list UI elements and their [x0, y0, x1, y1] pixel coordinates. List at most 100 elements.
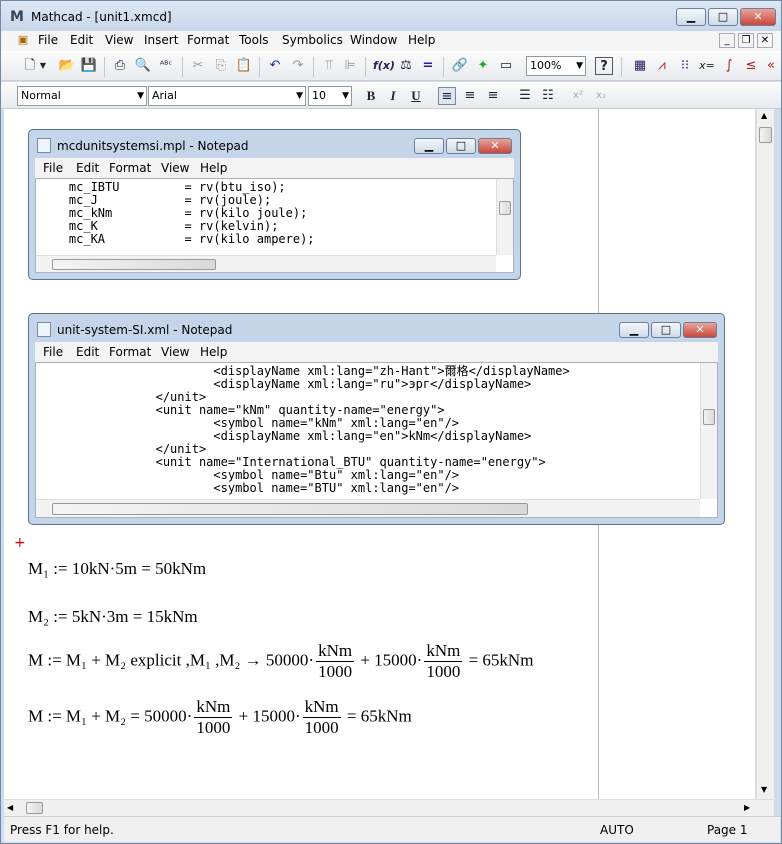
save-icon[interactable]: 💾: [80, 57, 98, 75]
print-icon[interactable]: ⎙: [111, 57, 129, 75]
menu-window[interactable]: Window: [350, 33, 397, 47]
calculate-icon[interactable]: =: [419, 57, 437, 75]
spell-check-icon[interactable]: ᴬᴮᶜ: [157, 57, 175, 75]
notepad-2-menu-help[interactable]: Help: [200, 345, 227, 359]
notepad-2-text-area[interactable]: <displayName xml:lang="zh-Hant">爾格</disp…: [35, 362, 718, 518]
notepad-2-horizontal-scrollbar[interactable]: [36, 499, 700, 517]
paste-icon[interactable]: 📋: [235, 57, 253, 75]
style-select[interactable]: Normal ▼: [17, 86, 147, 106]
print-preview-icon[interactable]: 🔍: [134, 57, 152, 75]
align-center-text-icon[interactable]: ≡: [461, 87, 479, 105]
equation-m-numeric[interactable]: M := M₁ + M₂ = 50000· kNm 1000 + 15000· kNm…: [28, 697, 412, 738]
insert-function-icon[interactable]: f(x): [373, 57, 395, 75]
maximize-button[interactable]: □: [708, 8, 738, 26]
font-size-select[interactable]: 10 ▼: [308, 86, 352, 106]
equation-m1[interactable]: M₁ := 10kN·5m = 50kNm: [28, 559, 206, 579]
notepad-1-menu-edit[interactable]: Edit: [76, 161, 99, 175]
matrix-toolbar-icon[interactable]: ⁝⁝: [676, 57, 694, 75]
graph-toolbar-icon[interactable]: ⩘: [653, 57, 671, 75]
worksheet-vertical-scrollbar[interactable]: ▲ ▼: [756, 109, 774, 799]
menu-edit[interactable]: Edit: [70, 33, 93, 47]
notepad-2-menu-edit[interactable]: Edit: [76, 345, 99, 359]
notepad-2-vertical-scrollbar[interactable]: [700, 363, 717, 499]
equation-m-explicit[interactable]: M := M₁ + M₂ explicit ,M₁ ,M₂ → 50000· kN…: [28, 641, 533, 682]
zoom-select[interactable]: 100% ▼: [526, 56, 586, 76]
insert-unit-icon[interactable]: ⚖: [397, 57, 415, 75]
scroll-up-icon[interactable]: ▲: [761, 111, 767, 120]
notepad-2-minimize-button[interactable]: ▁: [619, 322, 649, 338]
align-left-text-icon[interactable]: ≡: [438, 87, 456, 105]
notepad-1-maximize-button[interactable]: □: [446, 138, 476, 154]
notepad-2-close-button[interactable]: ✕: [683, 322, 717, 338]
scroll-down-icon[interactable]: ▼: [761, 785, 767, 794]
align-top-icon[interactable]: ⫪: [320, 57, 338, 75]
close-button[interactable]: ✕: [740, 8, 776, 26]
mathcad-window: M Mathcad - [unit1.xmcd] ▁ □ ✕ ▣ File Ed…: [0, 0, 782, 844]
boolean-toolbar-icon[interactable]: ≤: [742, 57, 760, 75]
component-wizard-icon[interactable]: ✦: [474, 57, 492, 75]
undo-icon[interactable]: ↶: [266, 57, 284, 75]
evaluation-toolbar-icon[interactable]: x=: [698, 57, 716, 75]
font-select[interactable]: Arial ▼: [148, 86, 306, 106]
document-icon[interactable]: ▣: [15, 32, 31, 48]
cut-icon[interactable]: ✂: [189, 57, 207, 75]
align-left-icon[interactable]: ⊫: [341, 57, 359, 75]
notepad-1-menu-file[interactable]: File: [43, 161, 63, 175]
worksheet[interactable]: mcdunitsystemsi.mpl - Notepad ▁ □ ✕ File…: [4, 109, 755, 799]
notepad-1-vertical-scrollbar[interactable]: [496, 179, 513, 255]
notepad-1-menu-view[interactable]: View: [161, 161, 189, 175]
notepad-2-maximize-button[interactable]: □: [651, 322, 681, 338]
mdi-close-button[interactable]: ✕: [757, 33, 773, 48]
menu-insert[interactable]: Insert: [144, 33, 178, 47]
calculus-toolbar-icon[interactable]: ∫: [720, 57, 738, 75]
subscript-icon[interactable]: x₂: [592, 87, 610, 105]
scroll-thumb[interactable]: [499, 201, 511, 215]
bold-icon[interactable]: B: [362, 87, 380, 105]
numerator: kNm: [302, 697, 341, 718]
insert-hyperlink-icon[interactable]: 🔗: [451, 57, 469, 75]
scroll-thumb[interactable]: [52, 259, 216, 270]
scroll-thumb[interactable]: [703, 409, 715, 425]
notepad-2-menu-file[interactable]: File: [43, 345, 63, 359]
help-icon[interactable]: ?: [595, 57, 613, 75]
run-program-icon[interactable]: ▭: [497, 57, 515, 75]
bullets-icon[interactable]: ☰: [516, 87, 534, 105]
window-title: Mathcad - [unit1.xmcd]: [31, 10, 172, 24]
notepad-2-menu-view[interactable]: View: [161, 345, 189, 359]
scroll-left-icon[interactable]: ◀: [7, 803, 13, 812]
notepad-1-menu-help[interactable]: Help: [200, 161, 227, 175]
menu-file[interactable]: File: [38, 33, 58, 47]
scroll-right-icon[interactable]: ▶: [744, 803, 750, 812]
menu-format[interactable]: Format: [187, 33, 229, 47]
italic-icon[interactable]: I: [384, 87, 402, 105]
notepad-1-minimize-button[interactable]: ▁: [414, 138, 444, 154]
menu-symbolics[interactable]: Symbolics: [282, 33, 343, 47]
notepad-1-menu-format[interactable]: Format: [109, 161, 151, 175]
align-right-text-icon[interactable]: ≡: [484, 87, 502, 105]
menu-help[interactable]: Help: [408, 33, 435, 47]
menu-tools[interactable]: Tools: [239, 33, 269, 47]
underline-icon[interactable]: U: [407, 87, 425, 105]
programming-toolbar-icon[interactable]: «: [762, 57, 780, 75]
notepad-1-horizontal-scrollbar[interactable]: [36, 255, 496, 272]
superscript-icon[interactable]: x²: [569, 87, 587, 105]
minimize-button[interactable]: ▁: [676, 8, 706, 26]
worksheet-horizontal-scrollbar[interactable]: ◀ ▶: [4, 799, 774, 816]
notepad-2-menu-format[interactable]: Format: [109, 345, 151, 359]
scroll-thumb[interactable]: [26, 802, 43, 814]
new-dropdown-icon[interactable]: ▼: [37, 57, 49, 75]
calculator-toolbar-icon[interactable]: ▦: [631, 57, 649, 75]
redo-icon[interactable]: ↷: [289, 57, 307, 75]
copy-icon[interactable]: ⎘: [212, 57, 230, 75]
notepad-1-text-area[interactable]: mc_IBTU = rv(btu_iso); mc_J = rv(joule);…: [35, 178, 514, 273]
scroll-thumb[interactable]: [52, 503, 528, 515]
equation-m2[interactable]: M₂ := 5kN·3m = 15kNm: [28, 607, 198, 627]
open-icon[interactable]: 📂: [58, 57, 76, 75]
mdi-restore-button[interactable]: ❐: [738, 33, 754, 48]
numbering-icon[interactable]: ☷: [539, 87, 557, 105]
notepad-1-close-button[interactable]: ✕: [478, 138, 512, 154]
scroll-thumb[interactable]: [759, 127, 772, 143]
numerator: kNm: [316, 641, 355, 662]
menu-view[interactable]: View: [105, 33, 133, 47]
mdi-minimize-button[interactable]: _: [719, 33, 735, 48]
